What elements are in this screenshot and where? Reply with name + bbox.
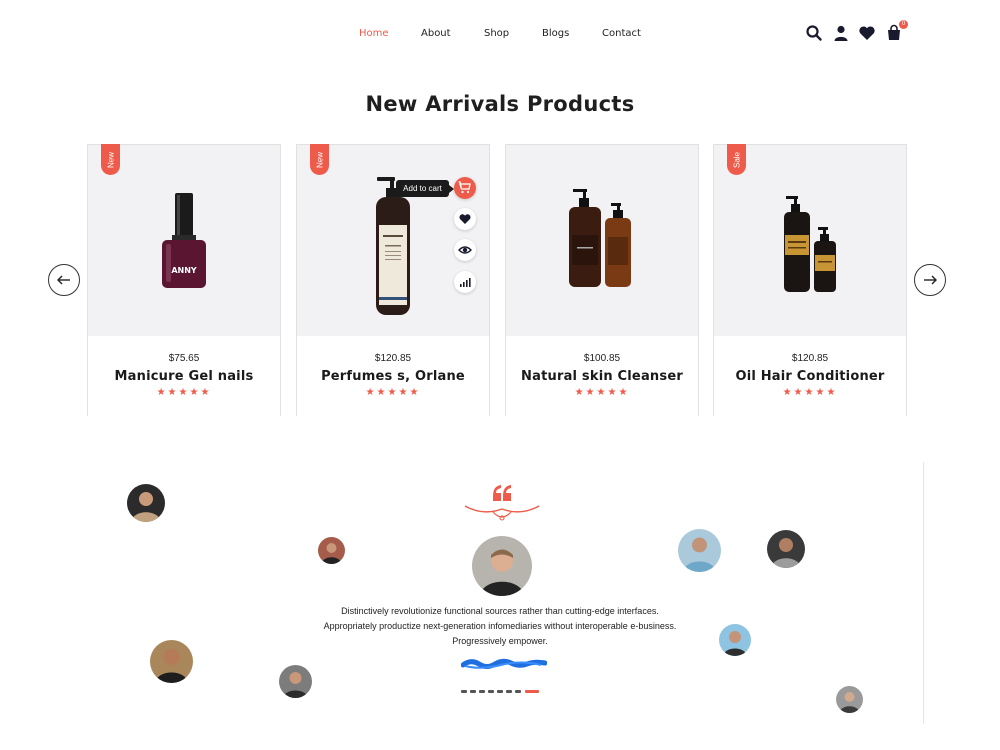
- pagination-dot[interactable]: [488, 690, 494, 693]
- signature-image: [461, 658, 547, 669]
- pagination-dot-active[interactable]: [525, 690, 539, 693]
- nav-blogs[interactable]: Blogs: [542, 28, 569, 39]
- new-badge: New: [101, 144, 120, 175]
- avatar[interactable]: [678, 529, 721, 572]
- arrow-left-icon: [57, 275, 70, 285]
- nav-home[interactable]: Home: [359, 28, 389, 39]
- pagination-dot[interactable]: [515, 690, 521, 693]
- prev-arrow-button[interactable]: [48, 264, 80, 296]
- wishlist-button[interactable]: [454, 208, 476, 230]
- product-image[interactable]: [714, 145, 906, 336]
- bottle-label-text: ANNY: [171, 266, 197, 275]
- product-name[interactable]: Natural skin Cleanser: [506, 369, 698, 384]
- sale-badge: Sale: [727, 144, 746, 175]
- product-card[interactable]: Sale $120.85 Oil Hair Conditioner ★★★★★: [713, 144, 907, 416]
- featured-avatar: [472, 536, 532, 596]
- arrow-right-icon: [924, 275, 937, 285]
- section-divider: [923, 462, 924, 724]
- avatar[interactable]: [279, 665, 312, 698]
- nav-contact[interactable]: Contact: [602, 28, 641, 39]
- star-rating: ★★★★★: [365, 387, 421, 398]
- testimonial-text-line: Progressively empower.: [452, 636, 548, 646]
- compare-button[interactable]: [454, 271, 476, 293]
- testimonial-text-line: Distinctively revolutionize functional s…: [341, 606, 659, 616]
- quote-icon: [464, 485, 540, 521]
- product-image[interactable]: [506, 145, 698, 336]
- new-badge: New: [310, 144, 329, 175]
- nav-about[interactable]: About: [421, 28, 451, 39]
- header-icons: 0: [805, 20, 915, 42]
- next-arrow-button[interactable]: [914, 264, 946, 296]
- avatar[interactable]: [836, 686, 863, 713]
- testimonial-text-line: Appropriately productize next-generation…: [323, 621, 677, 631]
- product-card[interactable]: $100.85 Natural skin Cleanser ★★★★★: [505, 144, 699, 416]
- product-image[interactable]: ANNY: [88, 145, 280, 336]
- nail-polish-image: ANNY: [162, 193, 206, 288]
- eye-icon: [458, 246, 472, 254]
- quick-view-button[interactable]: [454, 239, 476, 261]
- star-rating: ★★★★★: [156, 387, 212, 398]
- add-to-cart-tooltip: Add to cart: [396, 180, 454, 197]
- pagination-dot[interactable]: [506, 690, 512, 693]
- product-price: $100.85: [583, 353, 621, 364]
- hair-conditioner-image: [784, 196, 836, 292]
- product-price: $75.65: [168, 353, 200, 364]
- product-price: $120.85: [791, 353, 829, 364]
- bag-icon[interactable]: 0: [885, 20, 908, 42]
- pagination-dot[interactable]: [470, 690, 476, 693]
- testimonial-pagination: [461, 690, 541, 694]
- product-name[interactable]: Manicure Gel nails: [88, 369, 280, 384]
- product-card[interactable]: ANNY New $75.65 Manicure Gel nails ★★★★★: [87, 144, 281, 416]
- product-name[interactable]: Perfumes s, Orlane: [297, 369, 489, 384]
- pagination-dot[interactable]: [461, 690, 467, 693]
- product-price: $120.85: [374, 353, 412, 364]
- heart-icon: [459, 214, 471, 224]
- product-name[interactable]: Oil Hair Conditioner: [714, 369, 906, 384]
- star-rating: ★★★★★: [782, 387, 838, 398]
- heart-icon[interactable]: [858, 24, 876, 42]
- avatar[interactable]: [318, 537, 345, 564]
- page: Home About Shop Blogs Contact 0 New Arri…: [0, 0, 1000, 750]
- cart-icon: [458, 181, 471, 194]
- avatar[interactable]: [767, 530, 805, 568]
- compare-icon: [460, 278, 471, 287]
- star-rating: ★★★★★: [574, 387, 630, 398]
- avatar[interactable]: [127, 484, 165, 522]
- nav-shop[interactable]: Shop: [484, 28, 509, 39]
- cleanser-bottles-image: [569, 189, 631, 287]
- cart-count-badge: 0: [899, 20, 908, 29]
- avatar[interactable]: [150, 640, 193, 683]
- add-to-cart-button[interactable]: [454, 177, 476, 199]
- pagination-dot[interactable]: [497, 690, 503, 693]
- user-icon[interactable]: [832, 24, 850, 42]
- pagination-dot[interactable]: [479, 690, 485, 693]
- product-card[interactable]: New $120.85 Perfumes s, Orlane ★★★★★ Add…: [296, 144, 490, 416]
- search-icon[interactable]: [805, 24, 823, 42]
- section-title: New Arrivals Products: [365, 92, 635, 116]
